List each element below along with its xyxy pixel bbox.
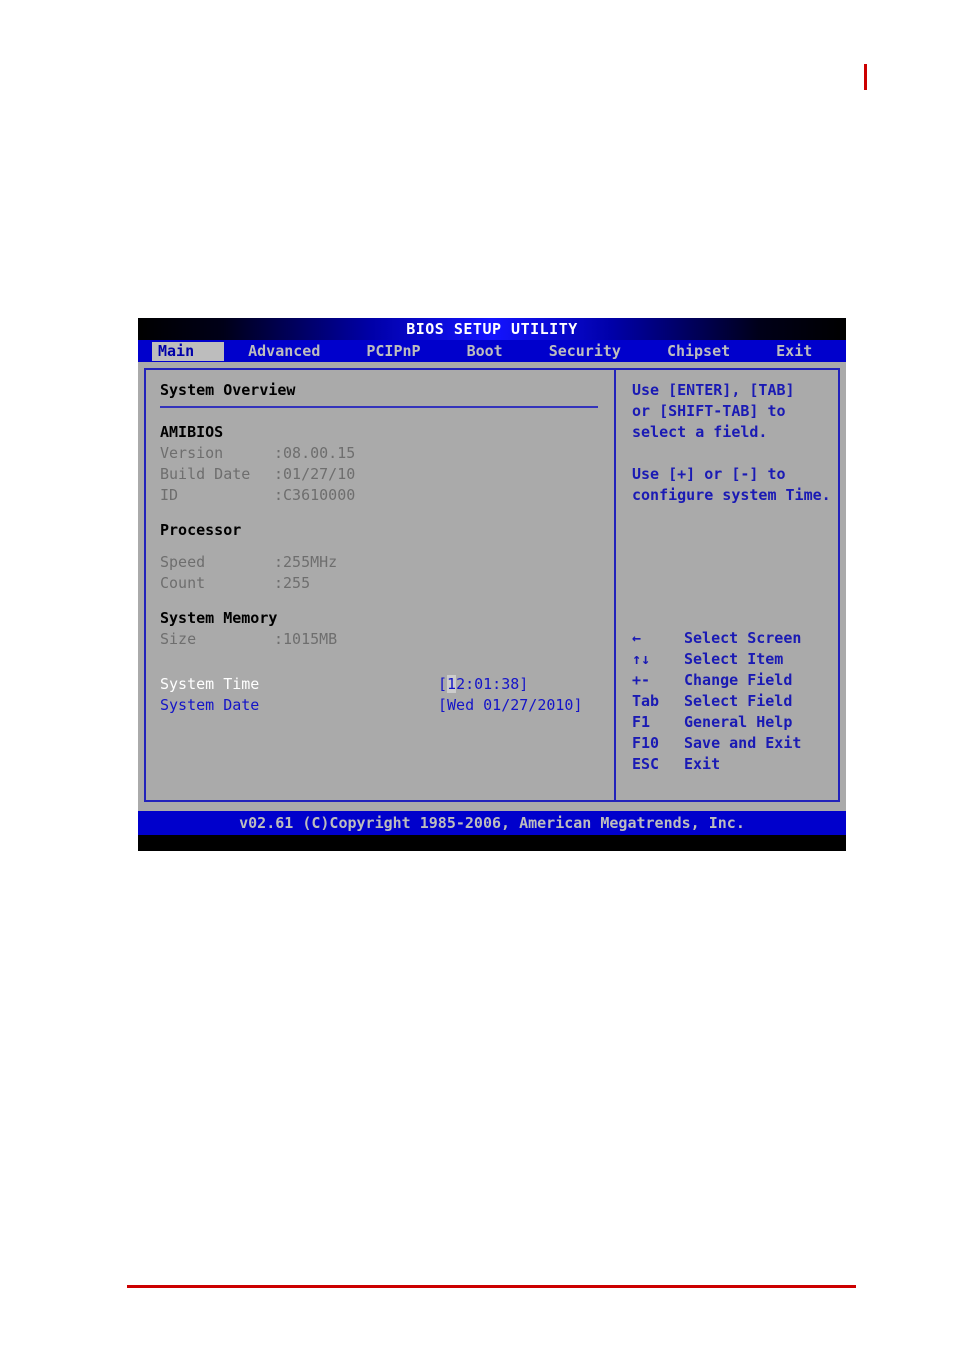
row-build-date-key: Build Date [160,465,251,483]
row-size-value: :1015MB [274,630,338,648]
bios-panels: System Overview AMIBIOS Version :08.00.1… [144,368,840,802]
row-version-key: Version [160,444,224,462]
row-speed-key: Speed [160,553,206,571]
legend-action-general-help: General Help [684,713,793,731]
legend-key-f10: F10 [632,734,660,752]
bios-copyright: v02.61 (C)Copyright 1985-2006, American … [239,814,745,832]
tab-pcipnp[interactable]: PCIPnP [360,342,426,361]
system-time-row[interactable]: System Time [12:01:38] [160,674,614,695]
help-line-3: select a field. [632,423,768,441]
panel-title-rule [160,406,598,408]
row-version: Version :08.00.15 [160,443,614,464]
row-id-value: :C3610000 [274,486,356,504]
row-version-value: :08.00.15 [274,444,356,462]
section-heading-amibios: AMIBIOS [160,423,224,441]
system-time-value[interactable]: [12:01:38] [438,674,528,695]
bios-menu-bar: Main Advanced PCIPnP Boot Security Chips… [138,340,846,362]
legend-action-save-and-exit: Save and Exit [684,734,802,752]
legend-row-save-and-exit: F10 Save and Exit [632,733,801,754]
legend-action-change-field: Change Field [684,671,793,689]
system-date-label: System Date [160,696,260,714]
help-line-1: Use [ENTER], [TAB] [632,381,795,399]
tab-boot[interactable]: Boot [461,342,509,361]
legend-action-select-screen: Select Screen [684,629,802,647]
row-build-date-value: :01/27/10 [274,465,356,483]
page-margin-tick [864,64,867,90]
bios-footer-bar: v02.61 (C)Copyright 1985-2006, American … [138,811,846,835]
legend-action-exit: Exit [684,755,721,773]
help-line-2: or [SHIFT-TAB] to [632,402,786,420]
legend-action-select-item: Select Item [684,650,784,668]
system-time-rest: 2:01:38] [456,675,529,693]
key-legend: ← Select Screen ↑↓ Select Item +- Change… [632,628,801,775]
time-date-block: System Time [12:01:38] System Date [Wed … [160,674,614,716]
plus-minus-icon: +- [632,671,651,689]
bios-bottom-edge [138,835,846,851]
legend-row-select-field: Tab Select Field [632,691,801,712]
legend-row-exit: ESC Exit [632,754,801,775]
legend-key-esc: ESC [632,755,660,773]
legend-row-change-field: +- Change Field [632,670,801,691]
help-gap [632,443,838,464]
legend-key-f1: F1 [632,713,651,731]
row-count: Count :255 [160,573,614,594]
legend-key-tab: Tab [632,692,660,710]
tab-advanced[interactable]: Advanced [242,342,326,361]
legend-row-general-help: F1 General Help [632,712,801,733]
row-count-value: :255 [274,574,311,592]
system-date-value[interactable]: [Wed 01/27/2010] [438,695,583,716]
help-line-4: Use [+] or [-] to [632,465,786,483]
tab-chipset[interactable]: Chipset [661,342,736,361]
bios-setup-window: BIOS SETUP UTILITY Main Advanced PCIPnP … [138,318,846,851]
system-time-label: System Time [160,675,260,693]
row-speed-value: :255MHz [274,553,338,571]
system-time-cursor-char: 1 [447,675,457,693]
system-overview-panel: System Overview AMIBIOS Version :08.00.1… [146,370,614,800]
section-heading-system-memory: System Memory [160,609,278,627]
bios-title-bar: BIOS SETUP UTILITY [138,318,846,340]
row-build-date: Build Date :01/27/10 [160,464,614,485]
help-panel: Use [ENTER], [TAB] or [SHIFT-TAB] to sel… [616,370,838,800]
processor-spacer [160,541,614,552]
section-heading-processor: Processor [160,521,242,539]
tab-security[interactable]: Security [543,342,627,361]
row-id: ID :C3610000 [160,485,614,506]
legend-row-select-screen: ← Select Screen [632,628,801,649]
row-speed: Speed :255MHz [160,552,614,573]
left-right-arrow-icon: ← [632,629,642,647]
tab-main[interactable]: Main [152,341,225,361]
row-size: Size :1015MB [160,629,614,650]
bios-body: System Overview AMIBIOS Version :08.00.1… [138,362,846,811]
row-size-key: Size [160,630,197,648]
system-date-row[interactable]: System Date [Wed 01/27/2010] [160,695,614,716]
help-line-5: configure system Time. [632,486,831,504]
page-footer-rule [127,1285,856,1288]
panel-title: System Overview [160,381,296,399]
up-down-arrow-icon: ↑↓ [632,650,651,668]
row-count-key: Count [160,574,206,592]
bios-title: BIOS SETUP UTILITY [406,320,578,338]
system-time-bracket-open: [ [438,675,448,693]
legend-action-select-field: Select Field [684,692,793,710]
legend-row-select-item: ↑↓ Select Item [632,649,801,670]
row-id-key: ID [160,486,179,504]
tab-exit[interactable]: Exit [770,342,818,361]
